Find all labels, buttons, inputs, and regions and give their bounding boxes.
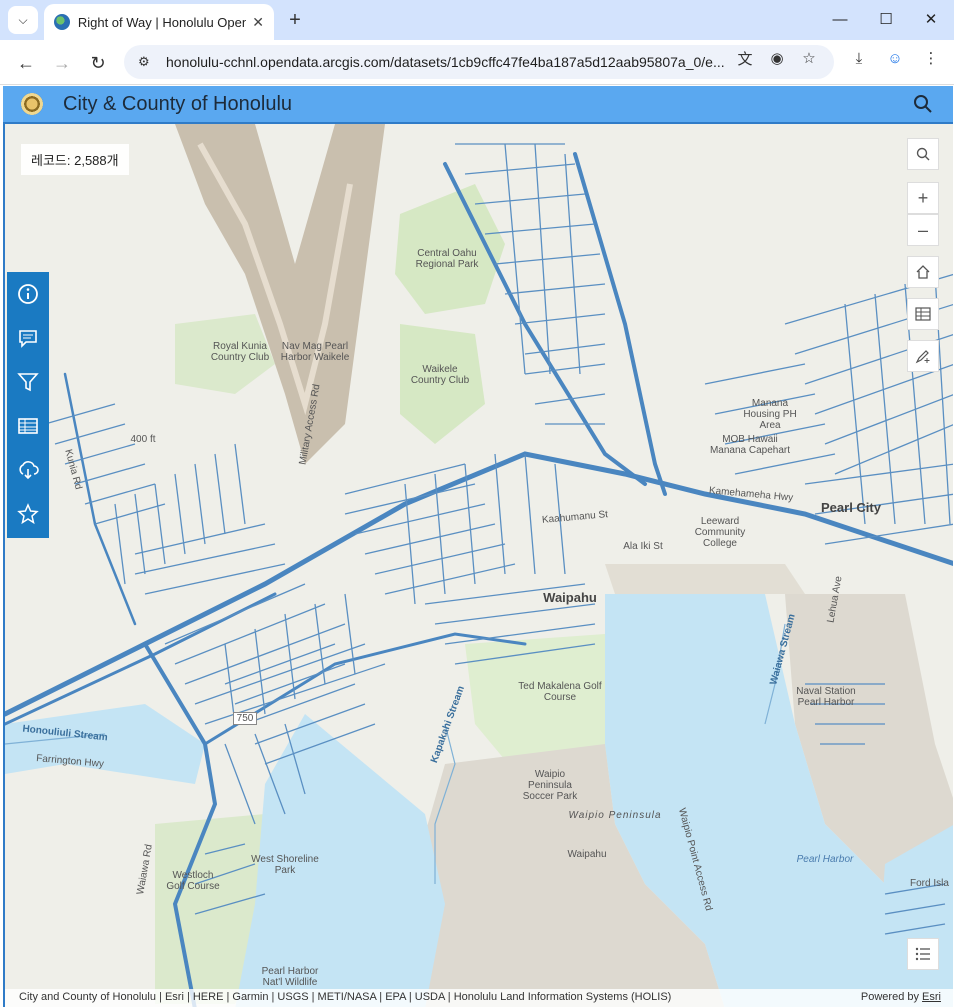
map-label: 400 ft: [130, 434, 156, 445]
map-label: Nav Mag Pearl Harbor Waikele: [280, 341, 350, 363]
route-shield: 750: [233, 712, 257, 725]
table-icon[interactable]: [7, 404, 49, 448]
reload-icon[interactable]: ↻: [85, 50, 111, 76]
url-text[interactable]: honolulu-cchnl.opendata.arcgis.com/datas…: [166, 54, 746, 70]
home-icon[interactable]: [907, 256, 939, 288]
site-header: City & County of Honolulu: [3, 86, 953, 122]
sketch-icon[interactable]: [907, 340, 939, 372]
eye-off-icon[interactable]: ◉: [767, 48, 787, 68]
map-label: Ted Makalena Golf Course: [518, 681, 602, 703]
address-toolbar: ← → ↻ ⚙ honolulu-cchnl.opendata.arcgis.c…: [0, 40, 954, 85]
map-label: Waikele Country Club: [410, 364, 470, 386]
esri-link[interactable]: Esri: [922, 991, 941, 1003]
map-label: Waipio Peninsula: [568, 810, 662, 821]
translate-icon[interactable]: 文: [735, 48, 755, 68]
forward-icon[interactable]: →: [49, 50, 75, 76]
map-label: Pearl City: [821, 500, 881, 515]
side-toolbar: [7, 272, 49, 538]
map-label: Ford Isla: [910, 878, 949, 889]
map-label: Waipahu: [543, 590, 597, 605]
comment-icon[interactable]: [7, 316, 49, 360]
map-label: Waipahu: [567, 849, 607, 860]
tab-title: Right of Way | Honolulu Open: [77, 14, 247, 30]
tab-search-chevron-icon[interactable]: ⌵: [8, 6, 38, 34]
browser-tab-bar: ⌵ Right of Way | Honolulu Open ✕ + — ☐ ✕: [0, 0, 954, 40]
table-icon[interactable]: [907, 298, 939, 330]
map-search-icon[interactable]: [907, 138, 939, 170]
record-count: 레코드: 2,588개: [21, 144, 129, 175]
download-icon[interactable]: [7, 448, 49, 492]
map-label: MOB Hawaii Manana Capehart: [709, 434, 791, 456]
attribution-text: City and County of Honolulu | Esri | HER…: [19, 991, 672, 1003]
map-label: Waipio Peninsula Soccer Park: [522, 769, 578, 802]
minimize-icon[interactable]: —: [826, 8, 854, 30]
maximize-icon[interactable]: ☐: [872, 8, 900, 30]
map-label: Central Oahu Regional Park: [415, 248, 479, 270]
map-attribution: City and County of Honolulu | Esri | HER…: [5, 989, 953, 1007]
profile-icon[interactable]: ☺: [885, 48, 905, 68]
menu-kebab-icon[interactable]: ⋮: [921, 48, 941, 68]
map-label: Westloch Golf Course: [166, 870, 220, 892]
globe-favicon-icon: [54, 14, 70, 30]
bookmark-star-icon[interactable]: ☆: [799, 48, 819, 68]
map-label: Pearl Harbor Nat'l Wildlife: [261, 966, 319, 988]
browser-tab[interactable]: Right of Way | Honolulu Open ✕: [44, 4, 274, 40]
window-close-icon[interactable]: ✕: [917, 8, 945, 30]
download-icon[interactable]: ⤓: [849, 48, 869, 68]
info-icon[interactable]: [7, 272, 49, 316]
legend-icon[interactable]: [907, 938, 939, 970]
address-bar[interactable]: ⚙ honolulu-cchnl.opendata.arcgis.com/dat…: [124, 45, 834, 79]
map-label: Ala Iki St: [623, 541, 663, 552]
map-label: Pearl Harbor: [796, 854, 854, 865]
map-label: Royal Kunia Country Club: [210, 341, 270, 363]
new-tab-icon[interactable]: +: [282, 8, 308, 32]
city-seal-logo[interactable]: [21, 93, 43, 115]
zoom-out-icon[interactable]: –: [907, 214, 939, 246]
zoom-in-icon[interactable]: +: [907, 182, 939, 214]
map-label: West Shoreline Park: [251, 854, 319, 876]
site-info-icon[interactable]: ⚙: [138, 54, 156, 70]
map-label: Naval Station Pearl Harbor: [796, 686, 856, 708]
map-label: Leeward Community College: [694, 516, 746, 549]
map-label: Manana Housing PH Area: [743, 398, 797, 431]
powered-by: Powered by Esri: [860, 991, 941, 1003]
site-search-icon[interactable]: [913, 94, 933, 114]
star-icon[interactable]: [7, 492, 49, 536]
map-view[interactable]: Central Oahu Regional Park Royal Kunia C…: [3, 122, 953, 1007]
filter-icon[interactable]: [7, 360, 49, 404]
tab-close-icon[interactable]: ✕: [252, 14, 264, 31]
back-icon[interactable]: ←: [13, 50, 39, 76]
site-title[interactable]: City & County of Honolulu: [63, 93, 292, 116]
